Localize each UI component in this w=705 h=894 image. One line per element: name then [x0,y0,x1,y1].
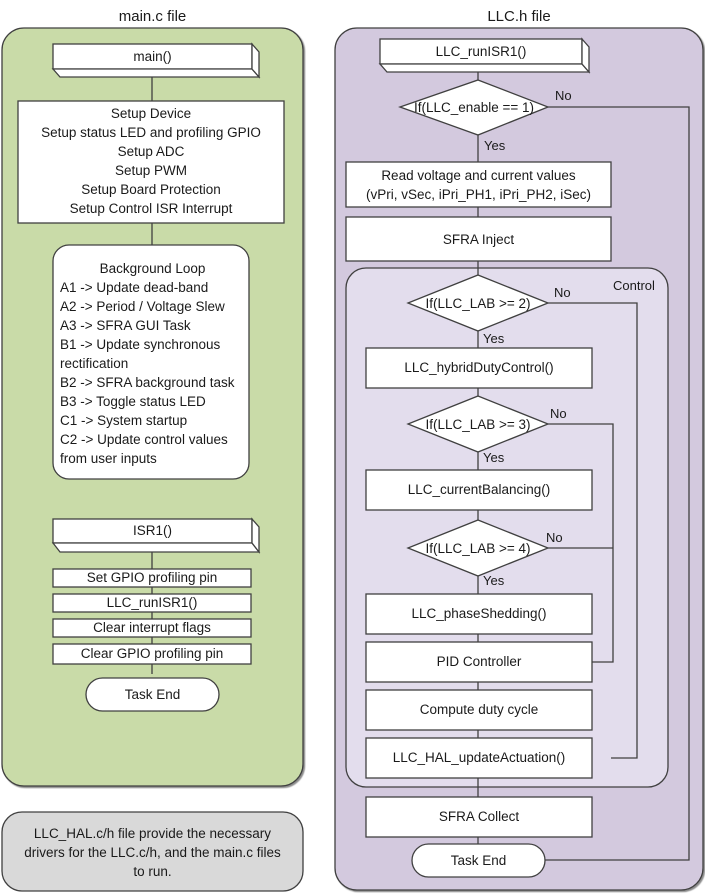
background-loop-item: C1 -> System startup [60,413,188,428]
isr-step-label: Set GPIO profiling pin [86,570,218,585]
lab4-decision-label: If(LLC_LAB >= 4) [425,541,531,556]
setup-item: Setup Control ISR Interrupt [69,201,233,216]
read-values-line: (vPri, vSec, iPri_PH1, iPri_PH2, iSec) [365,187,592,202]
background-loop-item: A2 -> Period / Voltage Slew [60,299,225,314]
llc-entry-label: LLC_runISR1() [435,44,527,59]
hal-note-line: drivers for the LLC.c/h, and the main.c … [24,845,281,860]
read-values-line: Read voltage and current values [381,168,576,183]
isr-step-label: LLC_runISR1() [106,595,198,610]
compute-duty-label: Compute duty cycle [419,702,539,717]
lab4-no-label: No [546,530,563,545]
main-task-end-label: Task End [124,687,181,702]
setup-list: Setup Device Setup status LED and profil… [18,104,284,218]
enable-no-label: No [555,88,572,103]
enable-yes-label: Yes [484,138,506,153]
background-loop-title: Background Loop [99,261,206,276]
control-panel-label: Control [613,278,655,293]
background-loop-item: B2 -> SFRA background task [60,375,235,390]
background-loop-item: A3 -> SFRA GUI Task [60,318,191,333]
llc-file-title: LLC.h file [487,8,551,25]
background-loop-item: C2 -> Update control values [60,432,228,447]
isr1-entry-label: ISR1() [132,523,172,538]
pid-controller-label: PID Controller [436,654,522,669]
setup-item: Setup status LED and profiling GPIO [41,125,261,140]
lab3-decision-label: If(LLC_LAB >= 3) [425,417,531,432]
hal-note-line: to run. [133,864,172,879]
background-loop-item: from user inputs [60,451,157,466]
main-file-title: main.c file [118,8,187,25]
current-balancing-label: LLC_currentBalancing() [407,482,551,497]
lab2-decision-label: If(LLC_LAB >= 2) [425,296,531,311]
background-loop-item: rectification [60,356,129,371]
lab4-yes-label: Yes [483,573,505,588]
phase-shedding-label: LLC_phaseShedding() [411,606,547,621]
lab3-yes-label: Yes [483,450,505,465]
isr-step-label: Clear GPIO profiling pin [80,646,224,661]
lab2-yes-label: Yes [483,331,505,346]
sfra-inject-label: SFRA Inject [442,232,515,247]
background-loop-item: B3 -> Toggle status LED [60,394,206,409]
background-loop-item: A1 -> Update dead-band [60,280,209,295]
background-loop-content: Background Loop A1 -> Update dead-band A… [60,259,245,468]
isr-step-label: Clear interrupt flags [93,620,211,635]
llc-task-end-label: Task End [450,853,507,868]
setup-item: Setup PWM [114,163,188,178]
main-entry-label: main() [133,49,172,64]
setup-item: Setup Board Protection [81,182,221,197]
hal-note-line: LLC_HAL.c/h file provide the necessary [33,826,272,841]
update-actuation-label: LLC_HAL_updateActuation() [392,750,566,765]
enable-decision-label: If(LLC_enable == 1) [413,100,535,115]
sfra-collect-label: SFRA Collect [438,809,520,824]
background-loop-item: B1 -> Update synchronous [60,337,221,352]
lab2-no-label: No [554,285,571,300]
setup-item: Setup Device [110,106,192,121]
setup-item: Setup ADC [117,144,185,159]
hal-note-text: LLC_HAL.c/h file provide the necessary d… [2,824,303,881]
lab3-no-label: No [550,406,567,421]
hybrid-duty-label: LLC_hybridDutyControl() [404,360,554,375]
